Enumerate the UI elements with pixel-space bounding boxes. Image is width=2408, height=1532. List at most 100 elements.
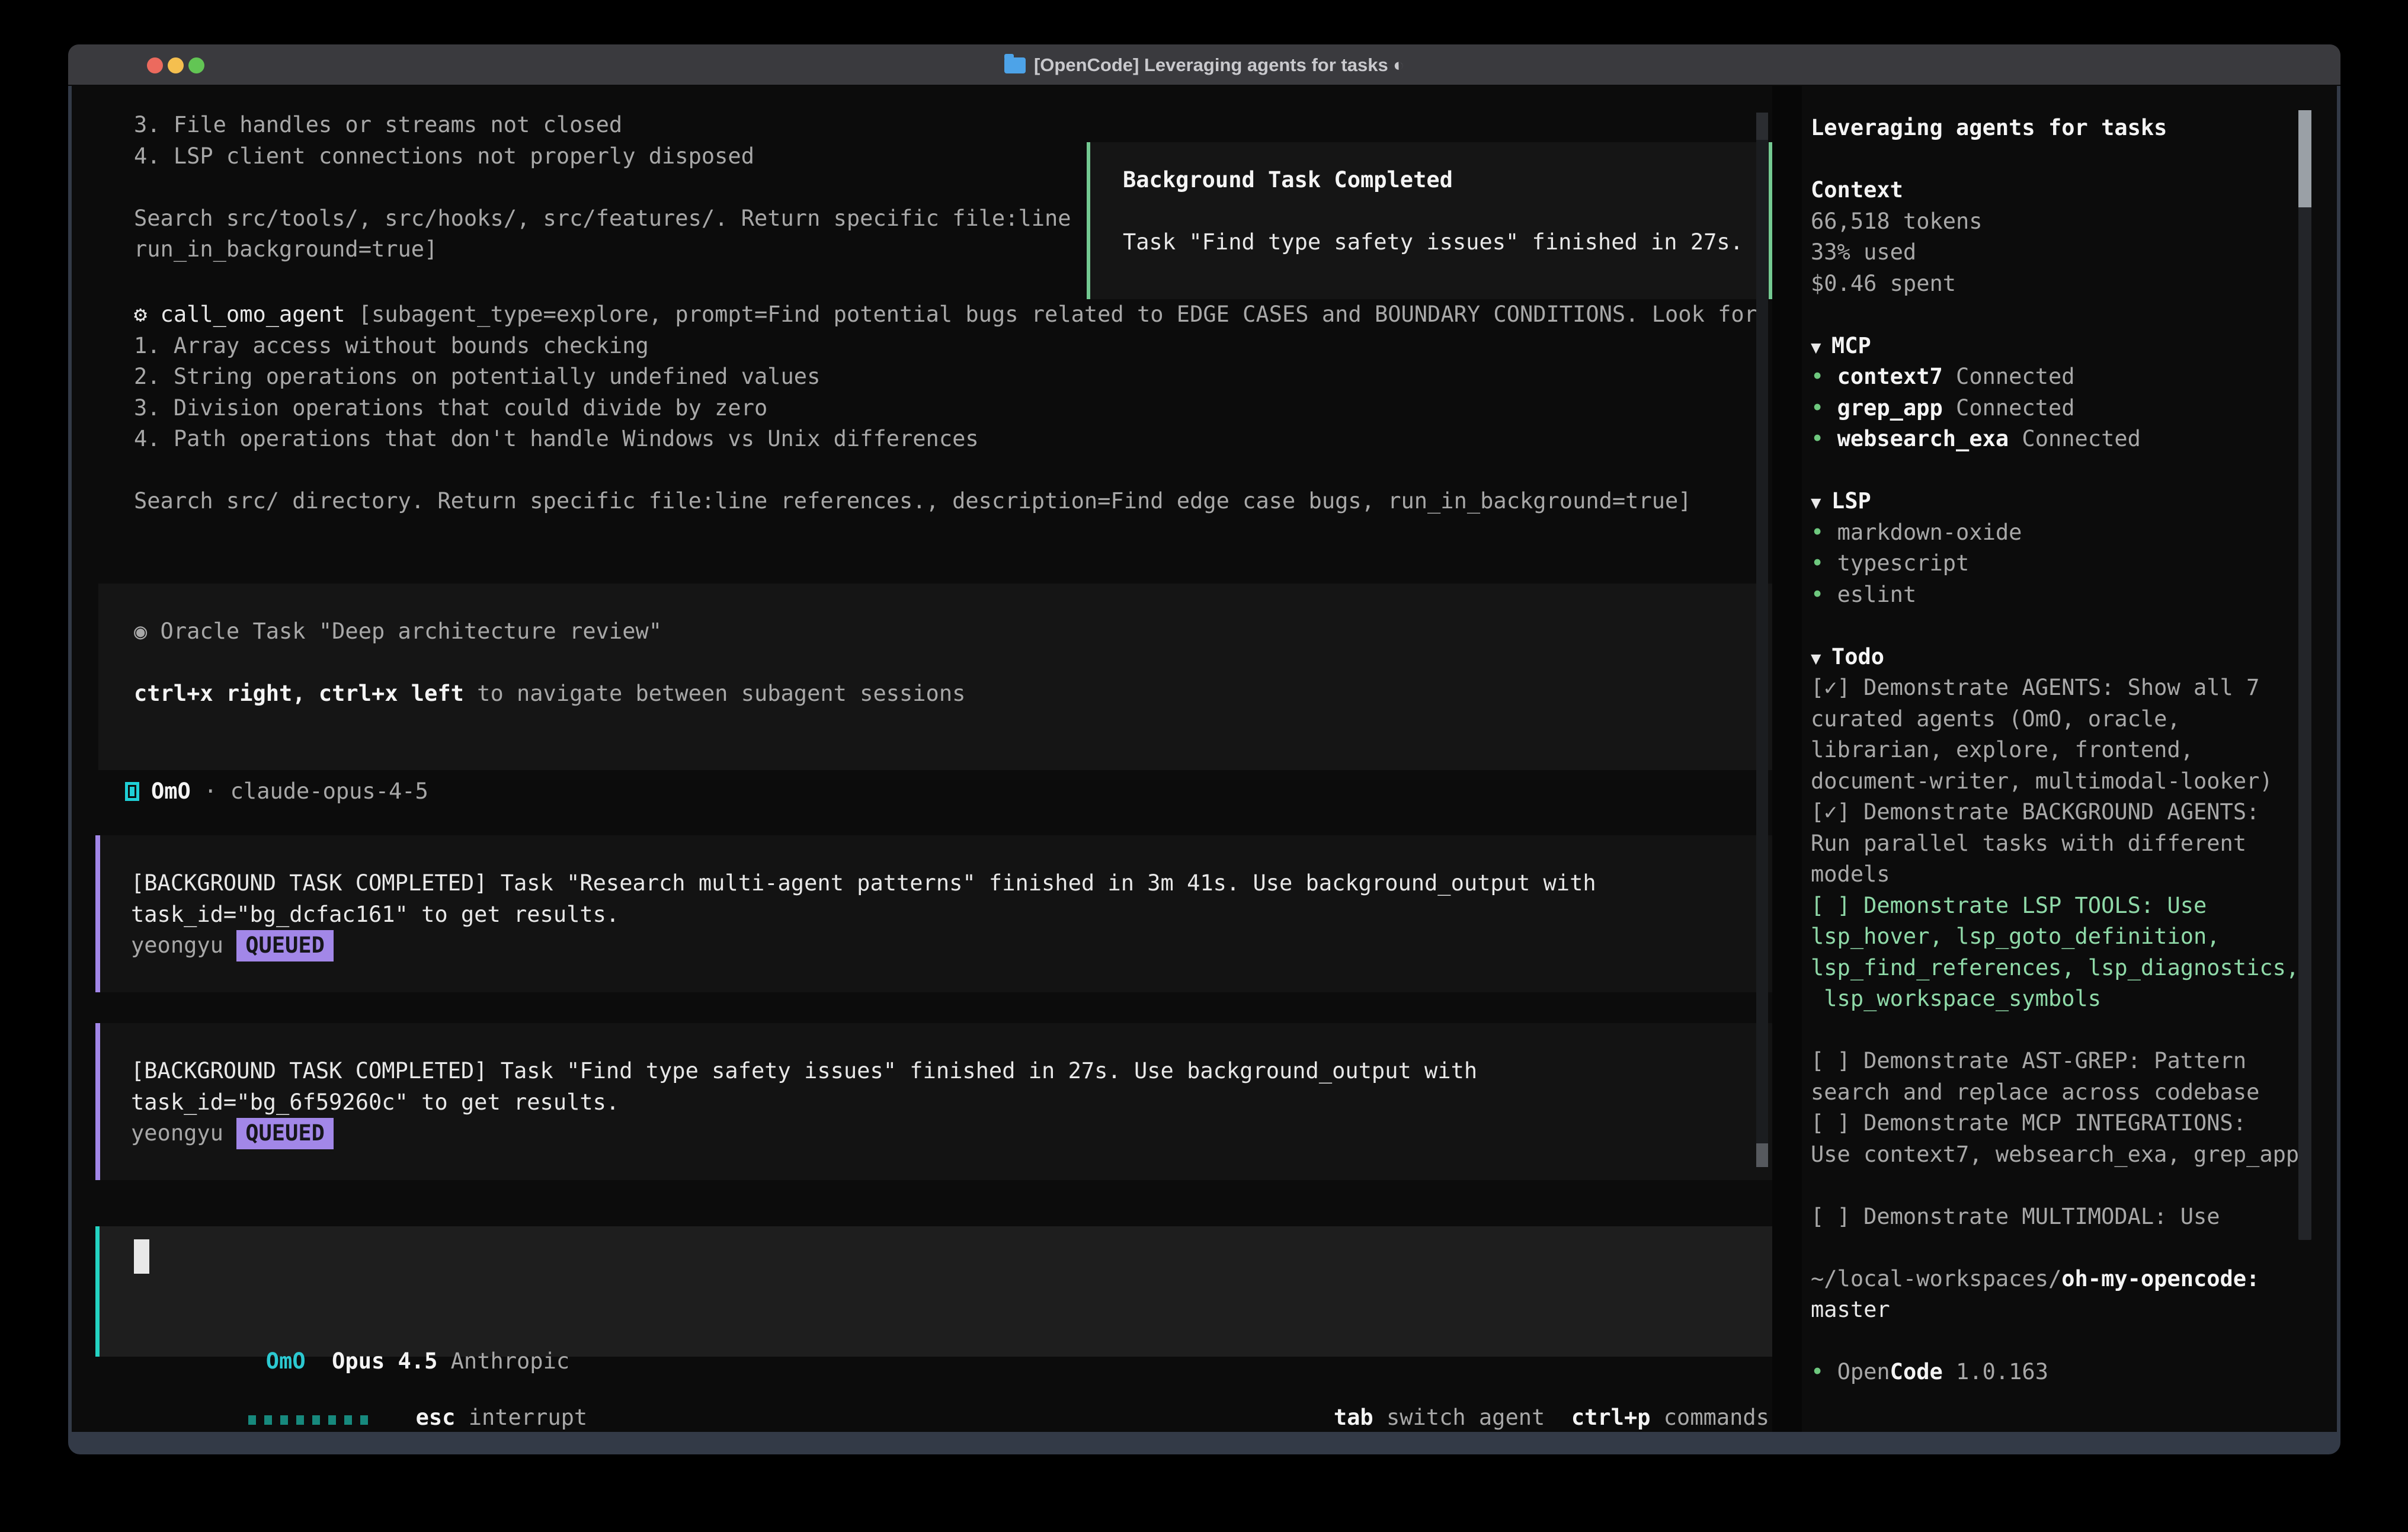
log-output-top: 3. File handles or streams not closed 4. … [134, 110, 1071, 265]
text-line: 1. Array access without bounds checking [134, 331, 1757, 362]
text-span: Connected [2009, 426, 2141, 451]
text-span: 4. Path operations that don't handle Win… [134, 426, 979, 451]
text-span: [✓] Demonstrate AGENTS: Show all 7 [1811, 675, 2259, 700]
text-span: librarian, explore, frontend, [1811, 737, 2194, 762]
text-span [1811, 1235, 1824, 1260]
text-line: ⚙ call_omo_agent [subagent_type=explore,… [134, 299, 1757, 331]
text-line: • context7 Connected [1811, 361, 2299, 393]
spinner-dot-icon [312, 1415, 320, 1425]
spinner-dot-icon [280, 1415, 288, 1425]
text-line: Use context7, websearch_exa, grep_app [1811, 1139, 2299, 1171]
text-line [1811, 1170, 2299, 1201]
mcp-section-header[interactable]: ▼ MCP [1811, 331, 2299, 362]
status-dot-icon: • [1811, 426, 1837, 451]
text-line: 3. Division operations that could divide… [134, 393, 1757, 424]
text-line: Search src/ directory. Return specific f… [134, 486, 1757, 517]
main-scrollbar-cap [1756, 113, 1768, 140]
text-line: document-writer, multimodal-looker) [1811, 766, 2299, 797]
text-span: yeongyu [131, 932, 236, 958]
lsp-section-header[interactable]: ▼ LSP [1811, 486, 2299, 517]
text-line: 4. LSP client connections not properly d… [134, 141, 1071, 172]
text-line: 3. File handles or streams not closed [134, 110, 1071, 141]
text-span: curated agents (OmO, oracle, [1811, 706, 2180, 732]
text-span: websearch_exa [1837, 426, 2009, 451]
status-dot-icon: • [1811, 364, 1837, 389]
text-span [1811, 1017, 1824, 1043]
queued-badge: QUEUED [236, 930, 334, 961]
text-span: grep_app [1837, 395, 1943, 421]
text-span: task_id="bg_dcfac161" to get results. [131, 902, 619, 927]
agent-model: claude-opus-4-5 [230, 776, 428, 807]
text-line [1811, 455, 2299, 486]
text-span: [ ] Demonstrate LSP TOOLS: Use [1811, 893, 2207, 918]
text-span: Use context7, websearch_exa, grep_app [1811, 1142, 2299, 1167]
text-span: 33% used [1811, 239, 1916, 265]
text-span: to navigate between subagent sessions [464, 681, 965, 706]
sidebar-content: Leveraging agents for tasks Context66,51… [1811, 113, 2299, 1388]
text-span: Todo [1831, 644, 1884, 669]
text-line: 66,518 tokens [1811, 206, 2299, 238]
text-line: yeongyu QUEUED [131, 1118, 1772, 1149]
esc-key-label: interrupt [469, 1405, 587, 1430]
chevron-down-icon: ▼ [1811, 648, 1831, 668]
main-scrollbar[interactable] [1756, 113, 1768, 1167]
notification-body: Task "Find type safety issues" finished … [1123, 227, 1769, 258]
window-title-wrap: [OpenCode] Leveraging agents for tasks ◐ [68, 44, 2340, 86]
sidebar-scrollbar-thumb[interactable] [2298, 110, 2311, 207]
input-provider-name: Anthropic [451, 1348, 569, 1374]
session-sidebar: Leveraging agents for tasks Context66,51… [1802, 86, 2337, 1432]
text-span [1811, 457, 1824, 483]
text-span: Search src/tools/, src/hooks/, src/featu… [134, 206, 1071, 231]
input-model-name: Opus 4.5 [332, 1348, 437, 1374]
text-span: [✓] Demonstrate BACKGROUND AGENTS: [1811, 799, 2259, 825]
text-span: Open [1837, 1359, 1890, 1384]
status-dot-icon: • [1811, 395, 1837, 421]
status-dot-icon: • [1811, 520, 1837, 545]
text-span: Connected [1943, 395, 2075, 421]
text-span: lsp_find_references, lsp_diagnostics, [1811, 955, 2299, 980]
ctrlp-key-label: commands [1664, 1405, 1769, 1430]
spinner-dot-icon [248, 1415, 256, 1425]
sidebar-scrollbar[interactable] [2298, 110, 2311, 1240]
tool-call-log: ⚙ call_omo_agent [subagent_type=explore,… [134, 299, 1757, 517]
text-span: 3. File handles or streams not closed [134, 112, 622, 137]
background-task-notification: Background Task Completed Task "Find typ… [1087, 142, 1772, 299]
text-line: 4. Path operations that don't handle Win… [134, 424, 1757, 455]
text-span [1811, 1172, 1824, 1198]
text-span: 1. Array access without bounds checking [134, 333, 649, 358]
omo-agent-icon [125, 782, 139, 801]
titlebar[interactable]: [OpenCode] Leveraging agents for tasks ◐ [68, 44, 2340, 86]
text-span: oh-my-opencode: [2061, 1266, 2259, 1291]
text-line: ctrl+x right, ctrl+x left to navigate be… [134, 678, 1772, 710]
text-span: MCP [1831, 333, 1871, 358]
text-span: LSP [1831, 488, 1871, 514]
todo-section-header[interactable]: ▼ Todo [1811, 642, 2299, 673]
agent-session-header[interactable]: OmO · claude-opus-4-5 [125, 776, 428, 807]
status-right: tab switch agent ctrl+p commands [1202, 1371, 1769, 1432]
text-line: • typescript [1811, 548, 2299, 579]
text-line [134, 648, 1772, 679]
text-line: [✓] Demonstrate AGENTS: Show all 7 [1811, 672, 2299, 704]
main-scrollbar-thumb[interactable] [1756, 1143, 1768, 1167]
workspace-path: ~/local-workspaces/oh-my-opencode: [1811, 1264, 2299, 1295]
message-block-1: [BACKGROUND TASK COMPLETED] Task "Resear… [95, 835, 1772, 992]
text-line: lsp_hover, lsp_goto_definition, [1811, 921, 2299, 953]
prompt-input[interactable]: OmO Opus 4.5 Anthropic [95, 1226, 1772, 1357]
text-span: $0.46 spent [1811, 271, 1956, 296]
spinner-dot-icon [296, 1415, 304, 1425]
session-title: Leveraging agents for tasks [1811, 113, 2299, 144]
spinner-icon [248, 1405, 376, 1430]
text-span: lsp_workspace_symbols [1811, 986, 2101, 1011]
text-span [134, 174, 147, 200]
text-line: 2. String operations on potentially unde… [134, 361, 1757, 393]
text-span: [BACKGROUND TASK COMPLETED] Task "Resear… [131, 870, 1596, 896]
text-span: 1.0.163 [1943, 1359, 2048, 1384]
spinner-dot-icon [360, 1415, 368, 1425]
text-line: $0.46 spent [1811, 268, 2299, 300]
text-span [134, 457, 147, 483]
spinner-dot-icon [328, 1415, 336, 1425]
text-line: models [1811, 859, 2299, 890]
text-line: yeongyu QUEUED [131, 930, 1772, 961]
text-line [1811, 1232, 2299, 1264]
text-span [1811, 613, 1824, 638]
